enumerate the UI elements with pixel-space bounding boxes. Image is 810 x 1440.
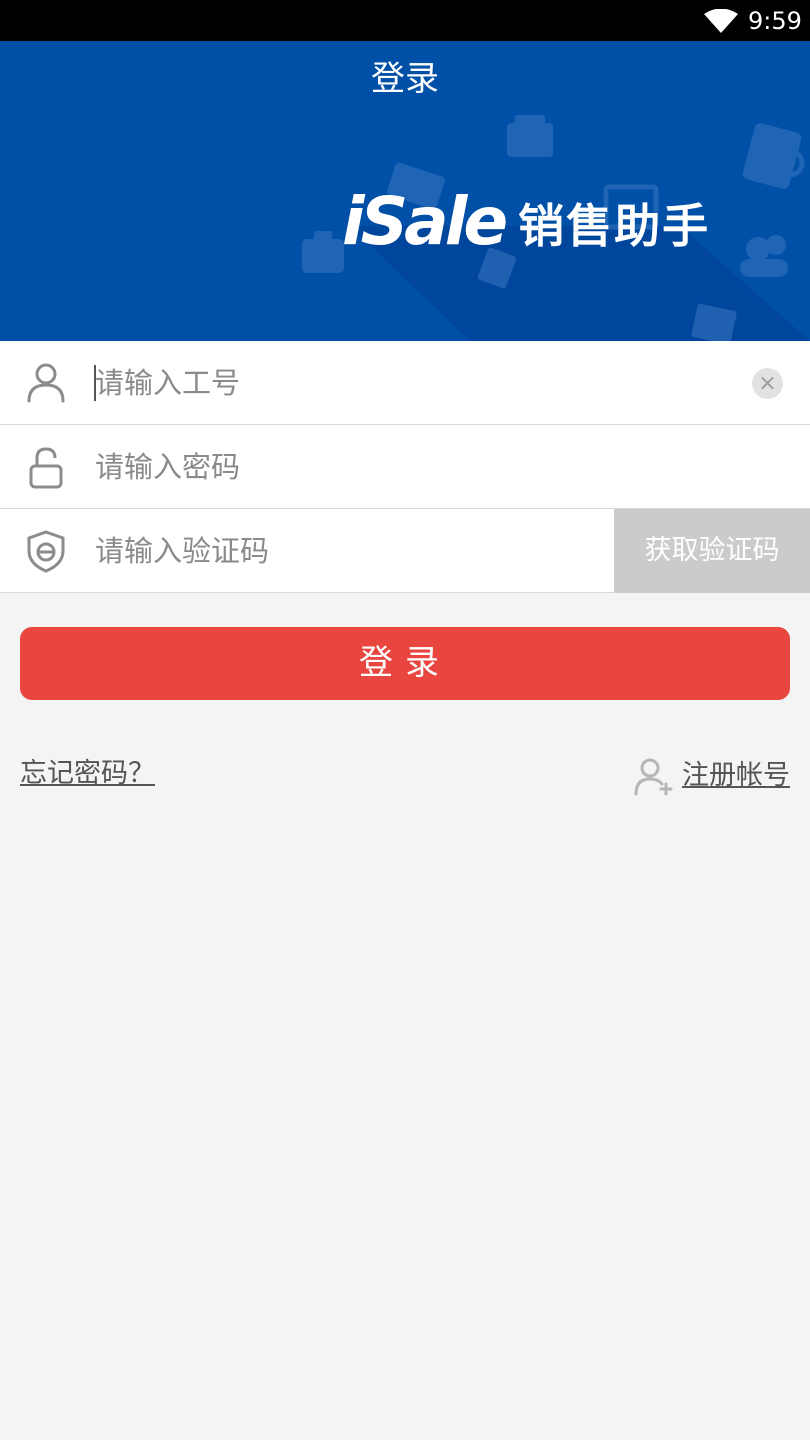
shield-icon — [27, 530, 65, 573]
header-banner: 登录 iSale 销售助手 — [0, 41, 810, 341]
status-time: 9:59 — [748, 7, 802, 35]
login-form: × 获取验证码 — [0, 341, 810, 593]
register-link[interactable]: 注册帐号 — [634, 756, 790, 796]
logo-text-en: iSale — [342, 183, 508, 260]
employee-id-row: × — [0, 341, 810, 425]
app-logo: iSale 销售助手 — [342, 181, 710, 257]
employee-id-input[interactable] — [95, 358, 595, 408]
status-bar: 9:59 — [0, 0, 810, 41]
lock-icon — [29, 447, 63, 489]
get-code-button[interactable]: 获取验证码 — [614, 509, 810, 593]
login-button[interactable]: 登录 — [20, 627, 790, 700]
logo-text-cn: 销售助手 — [518, 199, 711, 253]
wifi-icon — [704, 9, 738, 33]
register-label[interactable]: 注册帐号 — [682, 758, 790, 794]
verification-row: 获取验证码 — [0, 509, 810, 593]
user-icon — [27, 363, 65, 403]
page-title: 登录 — [371, 59, 439, 99]
password-input[interactable] — [95, 442, 735, 492]
password-row — [0, 425, 810, 509]
add-user-icon — [634, 758, 673, 796]
clear-icon[interactable]: × — [752, 368, 783, 399]
verification-code-input[interactable] — [95, 526, 595, 576]
forgot-password-link[interactable]: 忘记密码？ — [20, 756, 155, 792]
